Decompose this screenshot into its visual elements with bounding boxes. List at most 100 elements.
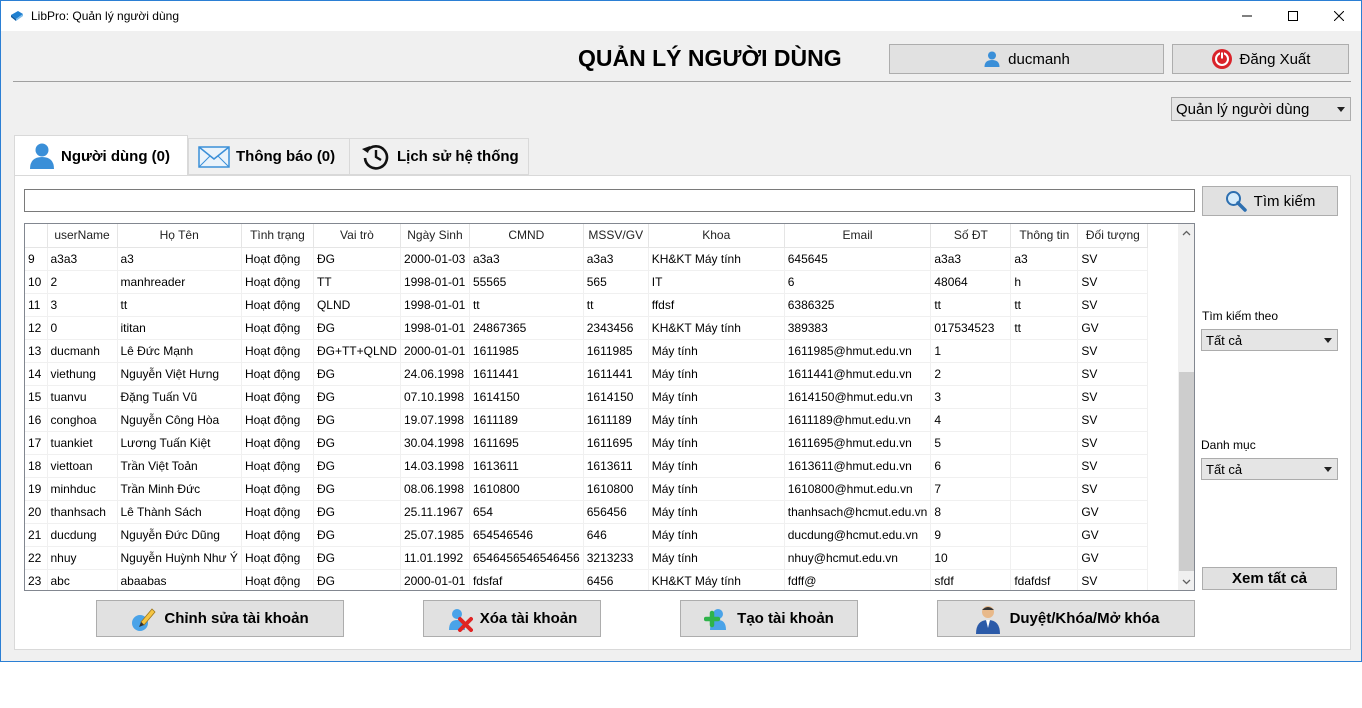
- table-cell[interactable]: Máy tính: [648, 339, 785, 363]
- table-cell[interactable]: 10: [930, 546, 1012, 570]
- table-cell[interactable]: [1010, 385, 1079, 409]
- table-cell[interactable]: tt: [117, 293, 242, 317]
- table-cell[interactable]: 645645: [784, 247, 932, 271]
- table-cell[interactable]: tt: [1010, 293, 1079, 317]
- table-cell[interactable]: 25.11.1967: [400, 500, 470, 524]
- table-cell[interactable]: Hoạt động: [241, 500, 314, 524]
- table-cell[interactable]: KH&KT Máy tính: [648, 247, 785, 271]
- table-cell[interactable]: Hoạt động: [241, 293, 314, 317]
- table-cell[interactable]: GV: [1077, 523, 1149, 547]
- row-number-cell[interactable]: 17: [25, 431, 48, 455]
- table-cell[interactable]: GV: [1077, 500, 1149, 524]
- table-cell[interactable]: 7: [930, 477, 1012, 501]
- scroll-up-button[interactable]: [1178, 224, 1194, 241]
- table-cell[interactable]: [1010, 523, 1079, 547]
- table-cell[interactable]: 1610800: [469, 477, 584, 501]
- table-cell[interactable]: 2: [930, 362, 1012, 386]
- table-row[interactable]: 15 tuanvu Đặng Tuấn Vũ Hoạt động ĐG 07.10.199…: [25, 385, 1149, 409]
- table-cell[interactable]: SV: [1077, 362, 1149, 386]
- table-cell[interactable]: ĐG: [313, 362, 401, 386]
- table-cell[interactable]: SV: [1077, 247, 1149, 271]
- table-row[interactable]: 19 minhduc Trần Minh Đức Hoạt động ĐG 08.06.1…: [25, 477, 1149, 501]
- table-cell[interactable]: 2000-01-01: [400, 569, 470, 590]
- table-cell[interactable]: a3a3: [47, 247, 118, 271]
- column-header[interactable]: MSSV/GV: [583, 224, 649, 248]
- table-cell[interactable]: 24.06.1998: [400, 362, 470, 386]
- table-cell[interactable]: manhreader: [117, 270, 242, 294]
- tab-notifications[interactable]: Thông báo (0): [188, 138, 350, 175]
- table-cell[interactable]: Hoạt động: [241, 316, 314, 340]
- table-cell[interactable]: 08.06.1998: [400, 477, 470, 501]
- column-header[interactable]: Tình trạng: [241, 224, 314, 248]
- row-number-cell[interactable]: 21: [25, 523, 48, 547]
- scroll-down-button[interactable]: [1178, 573, 1194, 590]
- table-cell[interactable]: Nguyễn Huỳnh Như Ý: [117, 546, 242, 570]
- table-cell[interactable]: 4: [930, 408, 1012, 432]
- table-cell[interactable]: ducdung: [47, 523, 118, 547]
- table-cell[interactable]: tt: [1010, 316, 1079, 340]
- table-cell[interactable]: 1611441: [583, 362, 649, 386]
- table-cell[interactable]: abaabas: [117, 569, 242, 590]
- table-cell[interactable]: Máy tính: [648, 385, 785, 409]
- table-cell[interactable]: SV: [1077, 431, 1149, 455]
- vertical-scrollbar[interactable]: [1178, 224, 1194, 590]
- table-cell[interactable]: 9: [930, 523, 1012, 547]
- table-cell[interactable]: viettoan: [47, 454, 118, 478]
- table-cell[interactable]: 1613611@hmut.edu.vn: [784, 454, 932, 478]
- table-cell[interactable]: fdff@: [784, 569, 932, 590]
- table-cell[interactable]: ĐG: [313, 454, 401, 478]
- table-cell[interactable]: Nguyễn Việt Hưng: [117, 362, 242, 386]
- table-cell[interactable]: SV: [1077, 293, 1149, 317]
- table-row[interactable]: 22 nhuy Nguyễn Huỳnh Như Ý Hoạt động ĐG 11.01…: [25, 546, 1149, 570]
- table-cell[interactable]: Máy tính: [648, 431, 785, 455]
- table-cell[interactable]: 5: [930, 431, 1012, 455]
- table-cell[interactable]: ĐG: [313, 569, 401, 590]
- column-header[interactable]: Số ĐT: [930, 224, 1012, 248]
- table-cell[interactable]: 1613611: [469, 454, 584, 478]
- table-cell[interactable]: 3213233: [583, 546, 649, 570]
- table-cell[interactable]: 1611695: [469, 431, 584, 455]
- table-cell[interactable]: ĐG: [313, 523, 401, 547]
- table-cell[interactable]: QLND: [313, 293, 401, 317]
- search-input[interactable]: [24, 189, 1195, 212]
- table-cell[interactable]: tt: [930, 293, 1012, 317]
- table-cell[interactable]: viethung: [47, 362, 118, 386]
- row-number-cell[interactable]: 12: [25, 316, 48, 340]
- column-header[interactable]: [25, 224, 48, 248]
- table-cell[interactable]: tuanvu: [47, 385, 118, 409]
- maximize-button[interactable]: [1270, 1, 1316, 31]
- table-cell[interactable]: 017534523: [930, 316, 1012, 340]
- table-cell[interactable]: ducdung@hcmut.edu.vn: [784, 523, 932, 547]
- table-cell[interactable]: tuankiet: [47, 431, 118, 455]
- create-account-button[interactable]: Tạo tài khoản: [680, 600, 858, 637]
- table-cell[interactable]: ĐG: [313, 316, 401, 340]
- table-cell[interactable]: SV: [1077, 270, 1149, 294]
- table-cell[interactable]: Nguyễn Đức Dũng: [117, 523, 242, 547]
- table-row[interactable]: 14 viethung Nguyễn Việt Hưng Hoạt động ĐG 24.…: [25, 362, 1149, 386]
- table-cell[interactable]: 48064: [930, 270, 1012, 294]
- table-row[interactable]: 9 a3a3 a3 Hoạt động ĐG 2000-01-03 a3a3 a3a3 KH&K…: [25, 247, 1149, 271]
- column-header[interactable]: Ngày Sinh: [400, 224, 470, 248]
- table-cell[interactable]: 1611985@hmut.edu.vn: [784, 339, 932, 363]
- view-all-button[interactable]: Xem tất cả: [1202, 567, 1337, 590]
- table-cell[interactable]: 6546456546546456: [469, 546, 584, 570]
- delete-account-button[interactable]: Xóa tài khoản: [423, 600, 601, 637]
- table-cell[interactable]: 1613611: [583, 454, 649, 478]
- table-cell[interactable]: SV: [1077, 408, 1149, 432]
- table-cell[interactable]: Đặng Tuấn Vũ: [117, 385, 242, 409]
- table-cell[interactable]: nhuy@hcmut.edu.vn: [784, 546, 932, 570]
- table-cell[interactable]: 6386325: [784, 293, 932, 317]
- tab-history[interactable]: Lịch sử hệ thống: [349, 138, 529, 175]
- table-cell[interactable]: 6: [784, 270, 932, 294]
- row-number-cell[interactable]: 16: [25, 408, 48, 432]
- table-cell[interactable]: [1010, 362, 1079, 386]
- column-header[interactable]: Email: [784, 224, 932, 248]
- table-cell[interactable]: ĐG: [313, 500, 401, 524]
- table-row[interactable]: 13 ducmanh Lê Đức Mạnh Hoạt động ĐG+TT+QLND 2…: [25, 339, 1149, 363]
- table-row[interactable]: 18 viettoan Trần Việt Toản Hoạt động ĐG 14.03…: [25, 454, 1149, 478]
- table-cell[interactable]: ffdsf: [648, 293, 785, 317]
- table-cell[interactable]: 1998-01-01: [400, 293, 470, 317]
- table-cell[interactable]: ĐG: [313, 546, 401, 570]
- table-row[interactable]: 12 0 ititan Hoạt động ĐG 1998-01-01 24867365 23…: [25, 316, 1149, 340]
- table-cell[interactable]: 07.10.1998: [400, 385, 470, 409]
